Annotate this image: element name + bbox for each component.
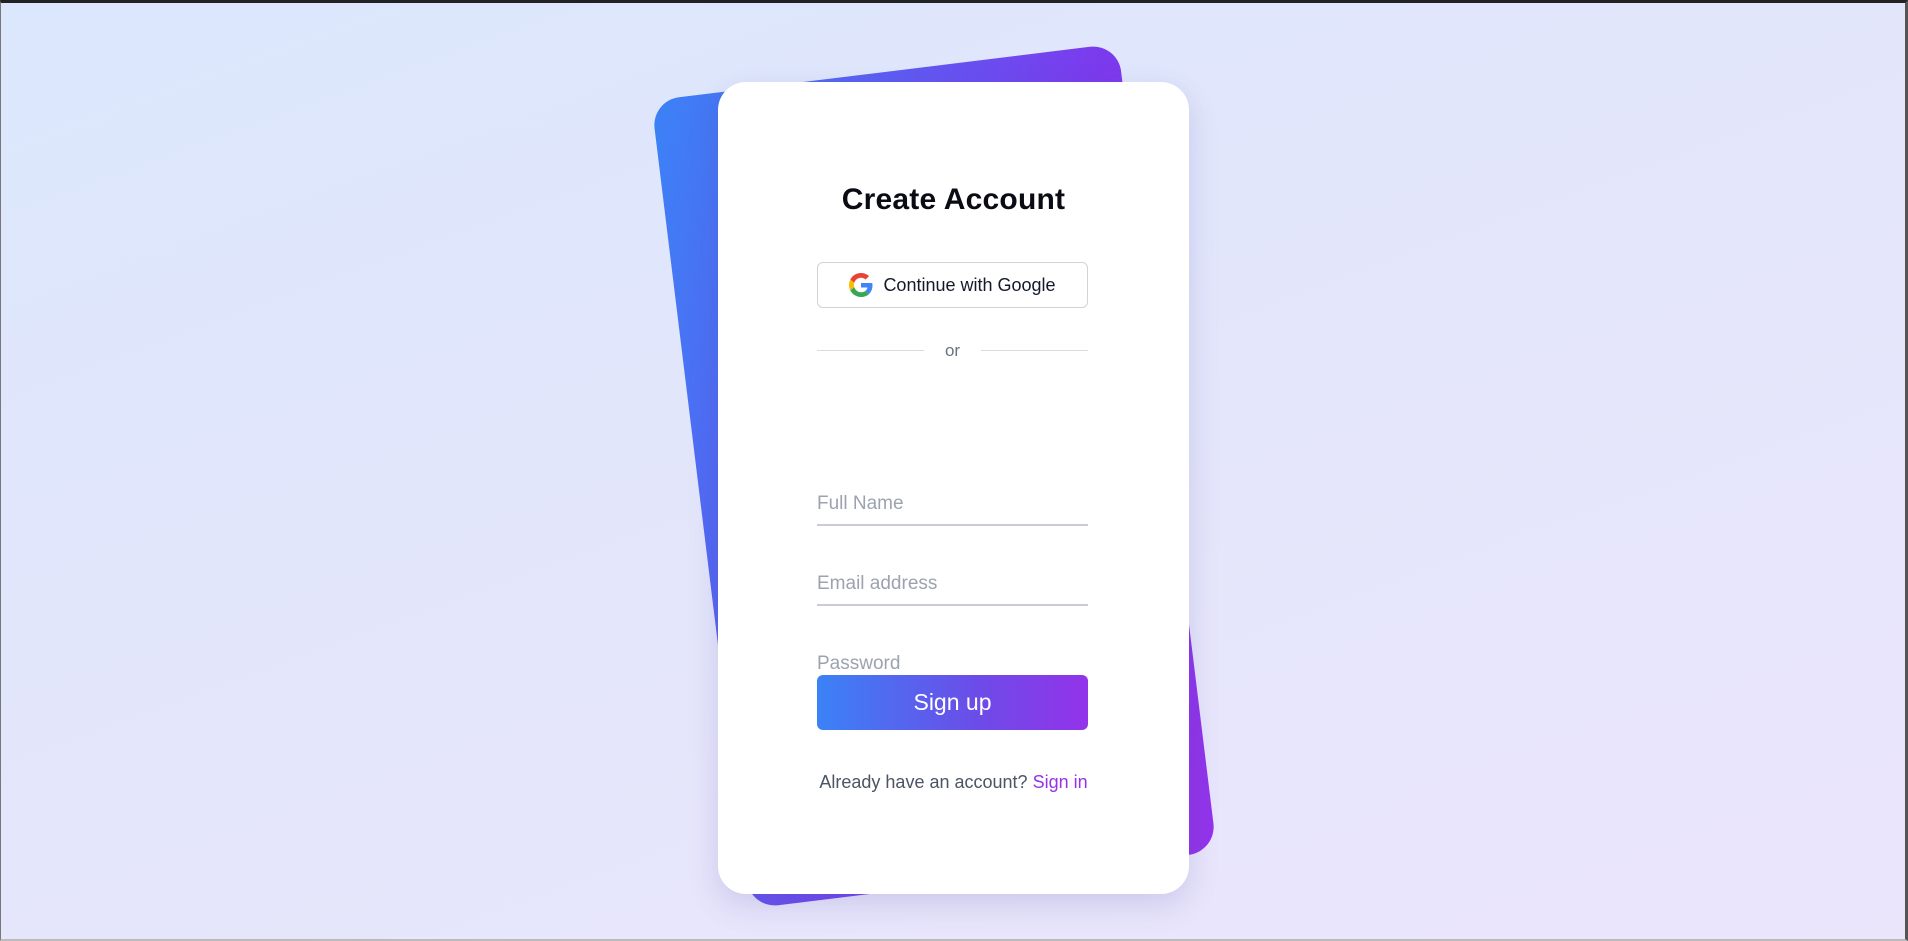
signin-link[interactable]: Sign in [1033,772,1088,792]
page-title: Create Account [841,183,1066,216]
signup-button[interactable]: Sign up [817,675,1088,730]
divider-text: or [944,341,961,360]
signup-card: Create Account Continue with Google or S… [718,82,1189,894]
email-input[interactable] [817,562,1088,606]
page-background: Create Account Continue with Google or S… [0,0,1908,941]
or-divider: or [817,341,1088,361]
signin-prompt-text: Already have an account? [819,772,1028,792]
google-signin-button[interactable]: Continue with Google [817,262,1088,308]
divider-line-right [981,350,1088,351]
full-name-input[interactable] [817,482,1088,526]
google-g-icon [849,273,873,297]
signin-prompt: Already have an account? Sign in [718,772,1189,793]
google-button-label: Continue with Google [883,274,1056,295]
